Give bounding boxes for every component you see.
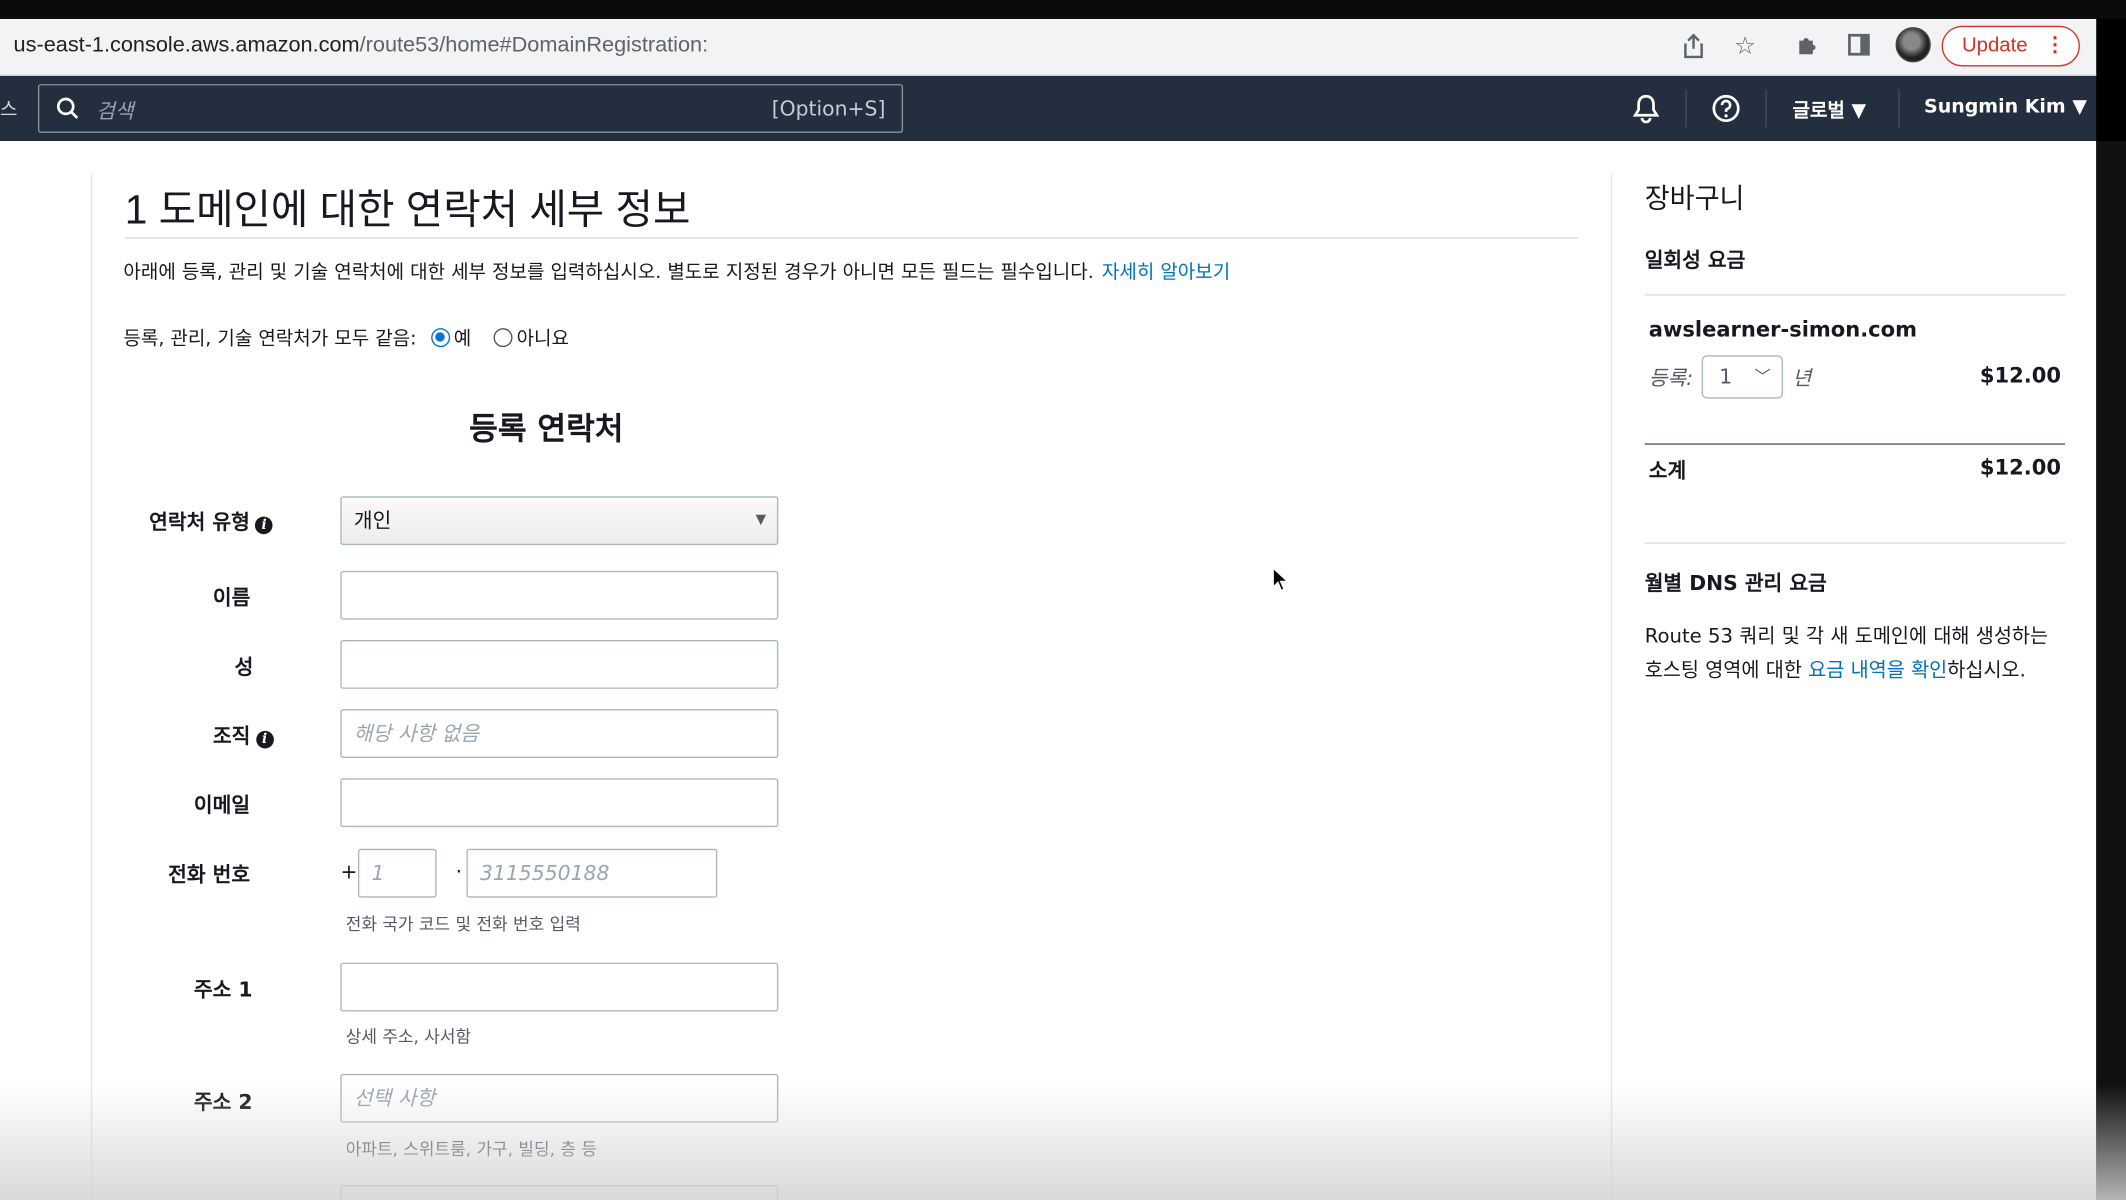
address2-hint: 아파트, 스위트룸, 가구, 빌딩, 층 등 xyxy=(345,1138,597,1160)
cart-divider-line xyxy=(1644,294,2066,296)
yes-label[interactable]: 예 xyxy=(454,328,471,350)
cart-subtotal-rule xyxy=(1644,443,2066,445)
address2-input[interactable]: 선택 사항 xyxy=(340,1073,779,1123)
same-contacts-row: 등록, 관리, 기술 연락처가 모두 같음: 예 아니요 xyxy=(123,324,569,351)
more-vert-icon[interactable]: ⋮ xyxy=(2045,27,2065,64)
phone-label: 전화 번호 xyxy=(168,862,251,887)
url-path: /route53/home#DomainRegistration: xyxy=(359,33,709,57)
contact-type-label-text: 연락처 유형 xyxy=(149,509,250,535)
contact-type-select[interactable]: 개인 ▼ xyxy=(340,496,779,546)
account-menu[interactable]: Sungmin Kim ▼ xyxy=(1924,96,2087,118)
first-name-label: 이름 xyxy=(212,585,251,611)
side-panel-icon[interactable] xyxy=(1844,33,1874,63)
info-icon[interactable]: i xyxy=(255,516,273,535)
title-divider xyxy=(124,237,1579,239)
search-shortcut: [Option+S] xyxy=(771,96,886,121)
help-icon[interactable] xyxy=(1711,94,1741,124)
email-input[interactable] xyxy=(340,778,779,828)
address2-label: 주소 2 xyxy=(193,1090,253,1115)
organization-input[interactable]: 해당 사항 없음 xyxy=(340,709,779,758)
extensions-puzzle-icon[interactable] xyxy=(1792,33,1822,63)
nav-divider xyxy=(1685,89,1687,128)
phone-number-input[interactable]: 3115550188 xyxy=(466,848,718,898)
pricing-details-link[interactable]: 요금 내역을 확인 xyxy=(1808,660,1947,682)
organization-label: 조직 i xyxy=(212,721,274,749)
caret-down-icon: ▼ xyxy=(1851,100,1867,123)
no-radio[interactable] xyxy=(493,328,513,348)
mouse-cursor-icon xyxy=(1272,566,1290,592)
organization-label-text: 조직 xyxy=(212,724,251,749)
cart-title: 장바구니 xyxy=(1644,181,1745,215)
organization-placeholder: 해당 사항 없음 xyxy=(353,721,480,746)
aws-top-nav: 스 검색 [Option+S] 글로벌 ▼ Sungmin Kim ▼ xyxy=(0,75,2097,142)
chevron-down-icon: ﹀ xyxy=(1754,367,1771,387)
search-bar[interactable]: 검색 [Option+S] xyxy=(37,84,904,133)
window-top-bar xyxy=(0,0,2126,19)
registration-years-select[interactable]: 1 ﹀ xyxy=(1701,355,1784,399)
email-label: 이메일 xyxy=(193,793,251,818)
last-name-input[interactable] xyxy=(340,639,779,689)
nav-divider xyxy=(1898,89,1900,128)
right-edge xyxy=(2096,141,2126,1200)
address1-label: 주소 1 xyxy=(193,977,253,1003)
update-label: Update xyxy=(1961,33,2028,57)
profile-avatar[interactable] xyxy=(1895,27,1931,63)
contact-type-value: 개인 xyxy=(353,508,392,533)
url-host: us-east-1.console.aws.amazon.com xyxy=(13,33,360,57)
same-contacts-label: 등록, 관리, 기술 연락처가 모두 같음: xyxy=(123,328,417,350)
url-text[interactable]: us-east-1.console.aws.amazon.com/route53… xyxy=(14,34,709,58)
phone-code-placeholder: 1 xyxy=(371,860,385,886)
address1-input[interactable] xyxy=(340,962,779,1012)
search-icon xyxy=(56,97,79,119)
section-title: 등록 연락처 xyxy=(469,412,624,448)
main-panel-border xyxy=(90,173,93,1200)
next-field-input[interactable] xyxy=(340,1185,779,1200)
phone-number-placeholder: 3115550188 xyxy=(479,860,610,886)
yes-radio[interactable] xyxy=(430,328,450,348)
subtotal-label: 소계 xyxy=(1648,458,1687,483)
notifications-bell-icon[interactable] xyxy=(1631,94,1661,124)
phone-hint: 전화 국가 코드 및 전화 번호 입력 xyxy=(345,913,581,935)
region-selector[interactable]: 글로벌 ▼ xyxy=(1792,96,1866,123)
description-text: 아래에 등록, 관리 및 기술 연락처에 대한 세부 정보를 입력하십시오. 별… xyxy=(123,261,1094,284)
page-title: 1 도메인에 대한 연락처 세부 정보 xyxy=(124,188,691,234)
registration-label: 등록: xyxy=(1648,366,1694,391)
region-label: 글로벌 xyxy=(1792,100,1845,123)
contact-type-label: 연락처 유형 i xyxy=(149,507,273,535)
monthly-text-after: 하십시오. xyxy=(1947,660,2026,683)
learn-more-link[interactable]: 자세히 알아보기 xyxy=(1102,262,1230,284)
phone-plus-sign: + xyxy=(340,859,358,885)
last-name-label: 성 xyxy=(234,654,254,680)
phone-separator: · xyxy=(455,859,463,885)
dropdown-caret-icon: ▼ xyxy=(755,512,767,528)
phone-country-code-input[interactable]: 1 xyxy=(357,848,437,898)
subtotal-amount: $12.00 xyxy=(1979,455,2061,480)
share-icon[interactable] xyxy=(1679,33,1709,63)
update-button[interactable]: Update ⋮ xyxy=(1941,25,2080,67)
caret-down-icon: ▼ xyxy=(2072,96,2087,118)
no-label[interactable]: 아니요 xyxy=(517,328,569,350)
one-time-fee-heading: 일회성 요금 xyxy=(1644,248,1746,273)
first-name-input[interactable] xyxy=(340,570,779,620)
browser-address-bar[interactable]: us-east-1.console.aws.amazon.com/route53… xyxy=(0,18,2097,76)
monthly-dns-heading: 월별 DNS 관리 요금 xyxy=(1644,570,1827,596)
years-value: 1 xyxy=(1719,364,1733,390)
years-unit: 년 xyxy=(1792,366,1812,391)
info-icon[interactable]: i xyxy=(255,730,274,749)
cart-domain-name: awslearner-simon.com xyxy=(1648,317,1917,342)
cart-divider-line xyxy=(1644,542,2066,544)
monthly-dns-text: Route 53 쿼리 및 각 새 도메인에 대해 생성하는 호스팅 영역에 대… xyxy=(1645,621,2065,689)
bookmark-star-icon[interactable]: ☆ xyxy=(1730,33,1760,63)
address1-hint: 상세 주소, 사서함 xyxy=(345,1026,472,1047)
search-placeholder: 검색 xyxy=(96,98,134,124)
form-description: 아래에 등록, 관리 및 기술 연락처에 대한 세부 정보를 입력하십시오. 별… xyxy=(123,258,1230,285)
domain-price: $12.00 xyxy=(1979,363,2061,388)
user-name: Sungmin Kim xyxy=(1924,96,2066,118)
address2-placeholder: 선택 사항 xyxy=(353,1086,436,1111)
cart-divider xyxy=(1610,173,1613,1200)
services-menu-fragment[interactable]: 스 xyxy=(0,95,17,122)
nav-divider xyxy=(1765,89,1767,128)
